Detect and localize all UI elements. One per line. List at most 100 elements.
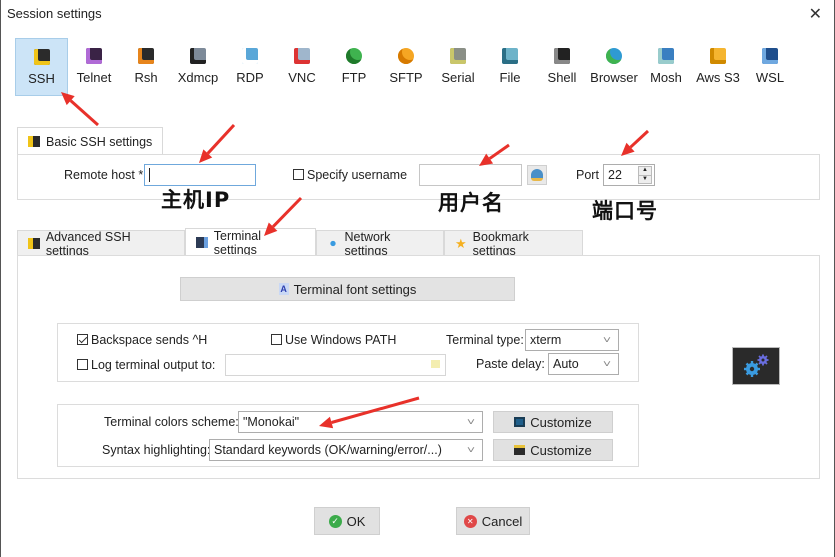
cancel-circle-icon: ✕ <box>463 514 477 528</box>
spin-up-icon[interactable]: ▲ <box>638 166 652 176</box>
tab-label: Basic SSH settings <box>46 134 153 149</box>
log-output-checkbox[interactable]: Log terminal output to: <box>77 358 215 372</box>
ssh-icon <box>28 136 40 147</box>
terminal-icon <box>196 237 208 248</box>
arrow-to-ssh <box>69 99 99 127</box>
protocol-wsl[interactable]: WSL <box>744 38 796 96</box>
sftp-icon <box>398 48 414 64</box>
session-settings-dialog: Session settings ✕ SSH Telnet Rsh Xdmcp RDP V… <box>0 0 835 557</box>
backspace-checkbox[interactable]: Backspace sends ^H <box>77 333 207 347</box>
protocol-rdp[interactable]: RDP <box>224 38 276 96</box>
paste-delay-label: Paste delay: <box>476 357 545 371</box>
colors-scheme-select[interactable]: "Monokai" ˅ <box>238 411 483 433</box>
tab-network-settings[interactable]: Network settings <box>316 229 444 258</box>
protocol-label: Xdmcp <box>177 70 219 85</box>
protocol-serial[interactable]: Serial <box>432 38 484 96</box>
arrow-to-terminal-tab <box>271 196 303 228</box>
tab-terminal-settings[interactable]: Terminal settings <box>185 228 316 257</box>
terminal-font-settings-button[interactable]: A Terminal font settings <box>180 277 515 301</box>
protocol-xdmcp[interactable]: Xdmcp <box>172 38 224 96</box>
terminal-type-select[interactable]: xterm ˅ <box>525 329 619 351</box>
rsh-icon <box>138 48 154 64</box>
checkbox[interactable] <box>77 359 88 370</box>
protocol-label: Shell <box>547 70 577 85</box>
protocol-label: SFTP <box>389 70 423 85</box>
protocol-vnc[interactable]: VNC <box>276 38 328 96</box>
xdmcp-icon <box>190 48 206 64</box>
terminal-type-value: xterm <box>530 333 562 347</box>
port-spinner[interactable]: ▲ ▼ <box>638 166 652 184</box>
protocol-sftp[interactable]: SFTP <box>380 38 432 96</box>
syntax-highlighting-value: Standard keywords (OK/warning/error/...) <box>214 443 442 457</box>
shell-icon <box>554 48 570 64</box>
tab-label: Bookmark settings <box>472 229 529 258</box>
chevron-down-icon: ˅ <box>466 416 476 428</box>
browser-icon <box>606 48 622 64</box>
windows-path-checkbox[interactable]: Use Windows PATH <box>271 333 396 347</box>
ssh-icon <box>33 49 50 65</box>
protocol-shell[interactable]: Shell <box>536 38 588 96</box>
protocol-label: Mosh <box>650 70 682 85</box>
customize-colors-button[interactable]: Customize <box>493 411 613 433</box>
checkbox[interactable] <box>293 169 304 180</box>
vnc-icon <box>294 48 310 64</box>
colors-scheme-value: "Monokai" <box>243 415 300 429</box>
cancel-label: Cancel <box>481 513 523 529</box>
protocol-ftp[interactable]: FTP <box>328 38 380 96</box>
paste-delay-select[interactable]: Auto ˅ <box>548 353 619 375</box>
advanced-settings-button[interactable] <box>732 347 780 385</box>
network-icon <box>327 238 339 249</box>
terminal-type-label: Terminal type: <box>446 333 524 347</box>
highlight-icon <box>514 445 526 455</box>
chevron-down-icon: ˅ <box>466 444 476 456</box>
protocol-label: SSH <box>28 71 55 86</box>
username-input[interactable] <box>419 164 522 186</box>
file-icon <box>502 48 518 64</box>
checkbox[interactable] <box>77 334 88 345</box>
annotation-username: 用户名 <box>438 191 504 215</box>
log-path-input[interactable] <box>225 354 446 376</box>
mosh-icon <box>658 48 674 64</box>
close-icon[interactable]: ✕ <box>809 4 822 24</box>
serial-icon <box>450 48 466 64</box>
protocol-label: Serial <box>441 70 475 85</box>
user-manager-button[interactable] <box>527 165 547 185</box>
protocol-telnet[interactable]: Telnet <box>68 38 120 96</box>
customize-label: Customize <box>530 414 592 430</box>
folder-icon[interactable] <box>431 360 440 368</box>
cancel-button[interactable]: ✕ Cancel <box>456 507 530 535</box>
remote-host-input[interactable] <box>144 164 256 186</box>
protocol-file[interactable]: File <box>484 38 536 96</box>
remote-host-label: Remote host * <box>64 168 144 182</box>
tab-basic-ssh-settings[interactable]: Basic SSH settings <box>17 127 164 155</box>
annotation-host: 主机IP <box>161 188 231 212</box>
colors-scheme-label: Terminal colors scheme: <box>104 415 239 429</box>
wsl-icon <box>762 48 778 64</box>
specify-username-checkbox[interactable]: Specify username <box>293 168 407 182</box>
port-label: Port <box>576 168 599 182</box>
tab-advanced-ssh-settings[interactable]: Advanced SSH settings <box>17 229 185 258</box>
ok-button[interactable]: ✓ OK <box>314 507 380 535</box>
tab-label: Terminal settings <box>213 228 262 257</box>
protocol-ssh[interactable]: SSH <box>15 38 68 96</box>
tab-bookmark-settings[interactable]: ★ Bookmark settings <box>444 229 583 258</box>
syntax-highlighting-select[interactable]: Standard keywords (OK/warning/error/...)… <box>209 439 483 461</box>
protocol-browser[interactable]: Browser <box>588 38 640 96</box>
log-output-label: Log terminal output to: <box>91 358 216 372</box>
protocol-rsh[interactable]: Rsh <box>120 38 172 96</box>
ftp-icon <box>346 48 362 64</box>
tab-label: Network settings <box>344 229 391 258</box>
spin-down-icon[interactable]: ▼ <box>638 175 652 184</box>
star-icon: ★ <box>455 236 467 251</box>
protocol-aws-s3[interactable]: Aws S3 <box>692 38 744 96</box>
palette-icon <box>514 417 526 427</box>
protocol-toolbar: SSH Telnet Rsh Xdmcp RDP VNC FTP SFTP Serial File… <box>15 38 796 96</box>
protocol-mosh[interactable]: Mosh <box>640 38 692 96</box>
checkbox[interactable] <box>271 334 282 345</box>
tab-label: Advanced SSH settings <box>45 229 131 258</box>
telnet-icon <box>86 48 102 64</box>
rdp-icon <box>242 48 258 64</box>
check-circle-icon: ✓ <box>328 514 342 528</box>
customize-syntax-button[interactable]: Customize <box>493 439 613 461</box>
protocol-label: Browser <box>590 70 638 85</box>
